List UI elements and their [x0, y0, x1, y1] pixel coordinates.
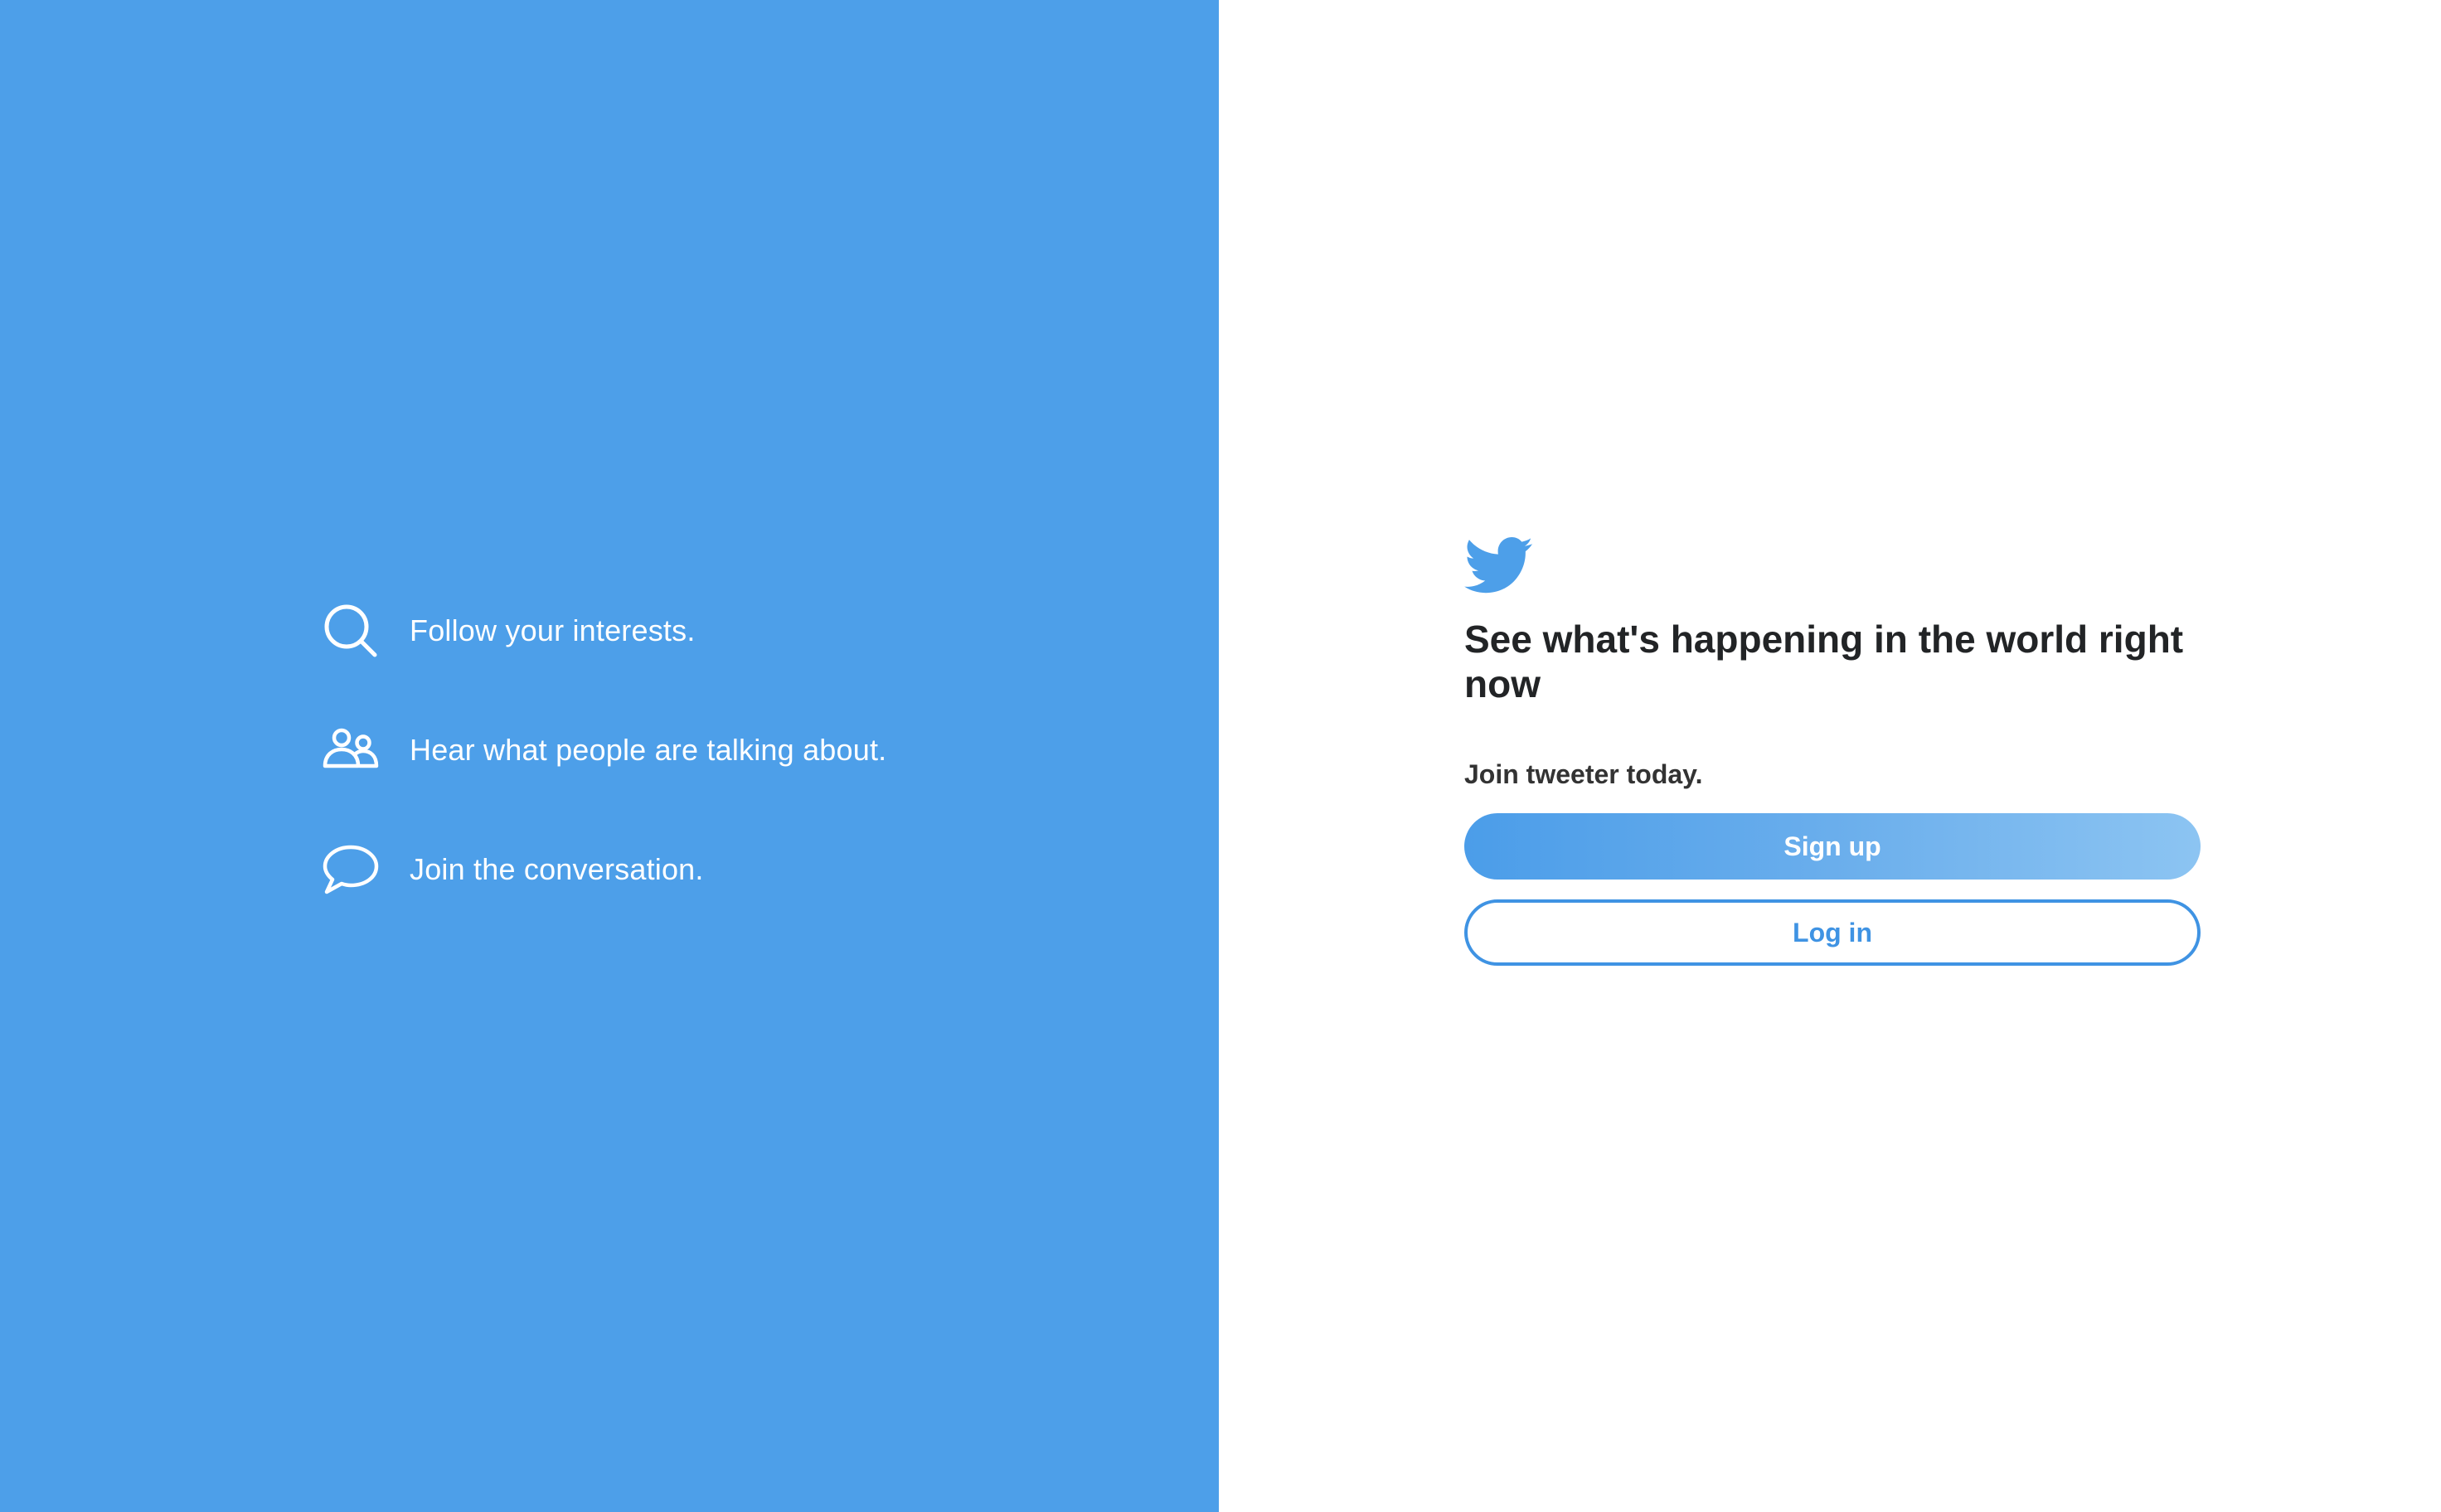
- sign-up-button[interactable]: Sign up: [1464, 813, 2201, 880]
- feature-text: Hear what people are talking about.: [410, 733, 887, 767]
- auth-box: See what's happening in the world right …: [1464, 537, 2201, 966]
- left-panel: Follow your interests. Hear what people …: [0, 0, 1219, 1512]
- feature-item-interests: Follow your interests.: [322, 603, 886, 658]
- feature-text: Join the conversation.: [410, 852, 704, 886]
- feature-item-people: Hear what people are talking about.: [322, 723, 886, 778]
- search-icon: [322, 602, 380, 660]
- headline: See what's happening in the world right …: [1464, 618, 2184, 705]
- bird-logo-icon: [1464, 537, 1533, 594]
- feature-list: Follow your interests. Hear what people …: [322, 603, 886, 897]
- feature-item-conversation: Join the conversation.: [322, 842, 886, 897]
- join-subline: Join tweeter today.: [1464, 759, 1703, 789]
- feature-text: Follow your interests.: [410, 613, 696, 647]
- right-panel: See what's happening in the world right …: [1219, 0, 2441, 1512]
- speech-bubble-icon: [322, 841, 380, 899]
- page: Follow your interests. Hear what people …: [0, 0, 2441, 1512]
- people-icon: [322, 721, 380, 779]
- log-in-button[interactable]: Log in: [1464, 899, 2201, 966]
